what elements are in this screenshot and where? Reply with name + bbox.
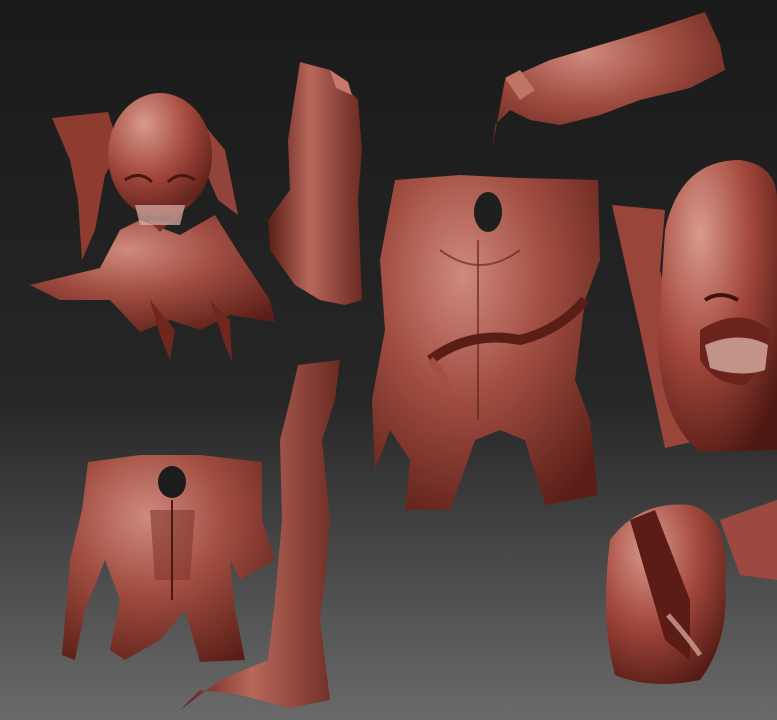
sculpt-viewport [0, 0, 777, 720]
scene-svg [0, 0, 777, 720]
